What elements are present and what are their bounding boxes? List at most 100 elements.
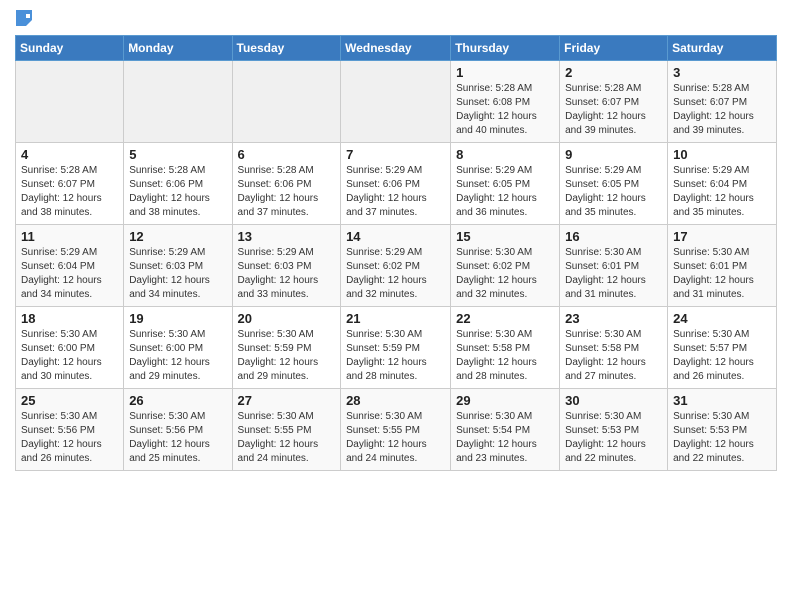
day-number: 11 bbox=[21, 229, 118, 244]
day-cell bbox=[124, 61, 232, 143]
day-number: 14 bbox=[346, 229, 445, 244]
day-info: Sunrise: 5:29 AMSunset: 6:05 PMDaylight:… bbox=[456, 164, 554, 220]
day-info: Sunrise: 5:30 AMSunset: 6:02 PMDaylight:… bbox=[456, 246, 554, 302]
day-number: 27 bbox=[238, 393, 336, 408]
day-cell bbox=[341, 61, 451, 143]
day-info: Sunrise: 5:30 AMSunset: 5:56 PMDaylight:… bbox=[21, 410, 118, 466]
day-number: 26 bbox=[129, 393, 226, 408]
day-info: Sunrise: 5:30 AMSunset: 5:59 PMDaylight:… bbox=[346, 328, 445, 384]
day-cell: 12 Sunrise: 5:29 AMSunset: 6:03 PMDayligh… bbox=[124, 225, 232, 307]
weekday-header-monday: Monday bbox=[124, 36, 232, 61]
day-info: Sunrise: 5:30 AMSunset: 6:01 PMDaylight:… bbox=[565, 246, 662, 302]
day-cell: 8Sunrise: 5:29 AMSunset: 6:05 PMDaylight… bbox=[451, 143, 560, 225]
day-cell: 27 Sunrise: 5:30 AMSunset: 5:55 PMDayligh… bbox=[232, 389, 341, 471]
week-row-1: 1 Sunrise: 5:28 AMSunset: 6:08 PMDaylight… bbox=[16, 61, 777, 143]
day-info: Sunrise: 5:28 AMSunset: 6:07 PMDaylight:… bbox=[673, 82, 771, 138]
calendar: SundayMondayTuesdayWednesdayThursdayFrid… bbox=[15, 35, 777, 471]
day-number: 9 bbox=[565, 147, 662, 162]
day-cell: 9 Sunrise: 5:29 AMSunset: 6:05 PMDaylight… bbox=[560, 143, 668, 225]
day-info: Sunrise: 5:29 AMSunset: 6:06 PMDaylight:… bbox=[346, 164, 445, 220]
header bbox=[15, 10, 777, 27]
day-cell: 24Sunrise: 5:30 AMSunset: 5:57 PMDayligh… bbox=[668, 307, 777, 389]
weekday-header-row: SundayMondayTuesdayWednesdayThursdayFrid… bbox=[16, 36, 777, 61]
day-info: Sunrise: 5:30 AMSunset: 5:53 PMDaylight:… bbox=[565, 410, 662, 466]
day-number: 18 bbox=[21, 311, 118, 326]
weekday-header-wednesday: Wednesday bbox=[341, 36, 451, 61]
day-cell: 14 Sunrise: 5:29 AMSunset: 6:02 PMDayligh… bbox=[341, 225, 451, 307]
day-number: 17 bbox=[673, 229, 771, 244]
day-info: Sunrise: 5:30 AMSunset: 5:56 PMDaylight:… bbox=[129, 410, 226, 466]
day-info: Sunrise: 5:28 AMSunset: 6:07 PMDaylight:… bbox=[21, 164, 118, 220]
day-number: 20 bbox=[238, 311, 336, 326]
day-info: Sunrise: 5:29 AMSunset: 6:04 PMDaylight:… bbox=[21, 246, 118, 302]
day-number: 21 bbox=[346, 311, 445, 326]
week-row-3: 11 Sunrise: 5:29 AMSunset: 6:04 PMDayligh… bbox=[16, 225, 777, 307]
weekday-header-sunday: Sunday bbox=[16, 36, 124, 61]
day-info: Sunrise: 5:30 AMSunset: 5:55 PMDaylight:… bbox=[238, 410, 336, 466]
logo bbox=[15, 10, 32, 27]
day-cell: 20 Sunrise: 5:30 AMSunset: 5:59 PMDayligh… bbox=[232, 307, 341, 389]
day-cell: 23 Sunrise: 5:30 AMSunset: 5:58 PMDayligh… bbox=[560, 307, 668, 389]
week-row-5: 25Sunrise: 5:30 AMSunset: 5:56 PMDayligh… bbox=[16, 389, 777, 471]
day-info: Sunrise: 5:28 AMSunset: 6:08 PMDaylight:… bbox=[456, 82, 554, 138]
day-cell: 29 Sunrise: 5:30 AMSunset: 5:54 PMDayligh… bbox=[451, 389, 560, 471]
weekday-header-saturday: Saturday bbox=[668, 36, 777, 61]
weekday-header-tuesday: Tuesday bbox=[232, 36, 341, 61]
day-number: 15 bbox=[456, 229, 554, 244]
day-cell: 26 Sunrise: 5:30 AMSunset: 5:56 PMDayligh… bbox=[124, 389, 232, 471]
day-info: Sunrise: 5:30 AMSunset: 6:01 PMDaylight:… bbox=[673, 246, 771, 302]
day-number: 31 bbox=[673, 393, 771, 408]
day-number: 16 bbox=[565, 229, 662, 244]
day-number: 4 bbox=[21, 147, 118, 162]
day-cell: 31 Sunrise: 5:30 AMSunset: 5:53 PMDayligh… bbox=[668, 389, 777, 471]
day-info: Sunrise: 5:30 AMSunset: 5:58 PMDaylight:… bbox=[565, 328, 662, 384]
day-number: 19 bbox=[129, 311, 226, 326]
day-number: 10 bbox=[673, 147, 771, 162]
day-info: Sunrise: 5:30 AMSunset: 5:53 PMDaylight:… bbox=[673, 410, 771, 466]
day-info: Sunrise: 5:30 AMSunset: 5:59 PMDaylight:… bbox=[238, 328, 336, 384]
day-cell: 11 Sunrise: 5:29 AMSunset: 6:04 PMDayligh… bbox=[16, 225, 124, 307]
day-cell: 28Sunrise: 5:30 AMSunset: 5:55 PMDayligh… bbox=[341, 389, 451, 471]
day-info: Sunrise: 5:29 AMSunset: 6:03 PMDaylight:… bbox=[238, 246, 336, 302]
day-number: 24 bbox=[673, 311, 771, 326]
day-cell: 16 Sunrise: 5:30 AMSunset: 6:01 PMDayligh… bbox=[560, 225, 668, 307]
day-number: 13 bbox=[238, 229, 336, 244]
day-number: 2 bbox=[565, 65, 662, 80]
day-number: 22 bbox=[456, 311, 554, 326]
day-cell: 30 Sunrise: 5:30 AMSunset: 5:53 PMDayligh… bbox=[560, 389, 668, 471]
day-info: Sunrise: 5:29 AMSunset: 6:02 PMDaylight:… bbox=[346, 246, 445, 302]
day-info: Sunrise: 5:29 AMSunset: 6:05 PMDaylight:… bbox=[565, 164, 662, 220]
day-cell: 19 Sunrise: 5:30 AMSunset: 6:00 PMDayligh… bbox=[124, 307, 232, 389]
day-info: Sunrise: 5:28 AMSunset: 6:07 PMDaylight:… bbox=[565, 82, 662, 138]
day-cell: 10Sunrise: 5:29 AMSunset: 6:04 PMDayligh… bbox=[668, 143, 777, 225]
day-number: 28 bbox=[346, 393, 445, 408]
day-info: Sunrise: 5:30 AMSunset: 5:58 PMDaylight:… bbox=[456, 328, 554, 384]
day-info: Sunrise: 5:30 AMSunset: 6:00 PMDaylight:… bbox=[129, 328, 226, 384]
day-info: Sunrise: 5:28 AMSunset: 6:06 PMDaylight:… bbox=[129, 164, 226, 220]
day-cell: 5Sunrise: 5:28 AMSunset: 6:06 PMDaylight… bbox=[124, 143, 232, 225]
day-info: Sunrise: 5:29 AMSunset: 6:03 PMDaylight:… bbox=[129, 246, 226, 302]
day-cell bbox=[16, 61, 124, 143]
day-cell: 17 Sunrise: 5:30 AMSunset: 6:01 PMDayligh… bbox=[668, 225, 777, 307]
day-number: 30 bbox=[565, 393, 662, 408]
logo-icon bbox=[16, 10, 32, 31]
day-cell bbox=[232, 61, 341, 143]
day-number: 12 bbox=[129, 229, 226, 244]
day-info: Sunrise: 5:30 AMSunset: 5:54 PMDaylight:… bbox=[456, 410, 554, 466]
day-cell: 6 Sunrise: 5:28 AMSunset: 6:06 PMDaylight… bbox=[232, 143, 341, 225]
day-cell: 3Sunrise: 5:28 AMSunset: 6:07 PMDaylight… bbox=[668, 61, 777, 143]
day-cell: 2 Sunrise: 5:28 AMSunset: 6:07 PMDaylight… bbox=[560, 61, 668, 143]
weekday-header-friday: Friday bbox=[560, 36, 668, 61]
day-cell: 7 Sunrise: 5:29 AMSunset: 6:06 PMDaylight… bbox=[341, 143, 451, 225]
day-cell: 22 Sunrise: 5:30 AMSunset: 5:58 PMDayligh… bbox=[451, 307, 560, 389]
day-info: Sunrise: 5:28 AMSunset: 6:06 PMDaylight:… bbox=[238, 164, 336, 220]
weekday-header-thursday: Thursday bbox=[451, 36, 560, 61]
day-number: 7 bbox=[346, 147, 445, 162]
week-row-2: 4 Sunrise: 5:28 AMSunset: 6:07 PMDaylight… bbox=[16, 143, 777, 225]
day-cell: 15 Sunrise: 5:30 AMSunset: 6:02 PMDayligh… bbox=[451, 225, 560, 307]
day-number: 23 bbox=[565, 311, 662, 326]
day-info: Sunrise: 5:30 AMSunset: 6:00 PMDaylight:… bbox=[21, 328, 118, 384]
day-number: 1 bbox=[456, 65, 554, 80]
day-number: 6 bbox=[238, 147, 336, 162]
day-number: 29 bbox=[456, 393, 554, 408]
